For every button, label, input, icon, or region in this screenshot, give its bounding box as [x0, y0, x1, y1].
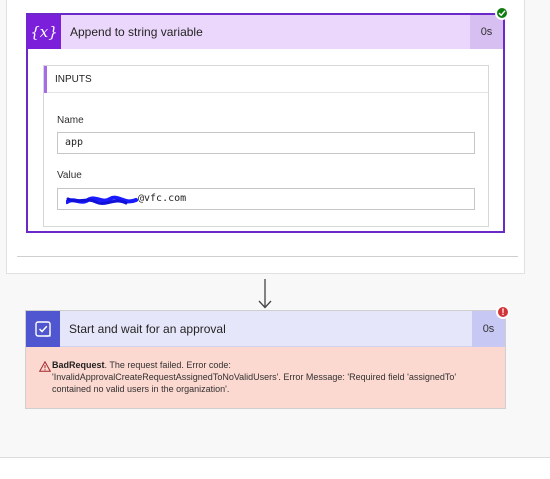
approval-card-title: Start and wait for an approval: [69, 321, 226, 336]
inputs-panel: INPUTS Name app Value @vfc.com: [43, 65, 489, 227]
value-field[interactable]: @vfc.com: [57, 188, 475, 210]
error-title: BadRequest: [52, 360, 105, 370]
value-value: @vfc.com: [138, 193, 187, 204]
value-label: Value: [57, 170, 82, 181]
variable-braces-icon: {x}: [27, 15, 61, 49]
name-field[interactable]: app: [57, 132, 475, 154]
flow-arrow-icon: [258, 279, 272, 309]
append-card-header[interactable]: {x} Append to string variable 0s: [27, 15, 503, 49]
approval-card-header[interactable]: Start and wait for an approval 0s: [26, 310, 505, 347]
append-card-duration: 0s: [470, 15, 503, 49]
success-check-icon: [495, 6, 509, 20]
append-card-title: Append to string variable: [70, 25, 203, 39]
inputs-header-label: INPUTS: [55, 73, 92, 85]
approval-check-icon: [26, 310, 60, 347]
redaction-scribble: [66, 195, 138, 205]
start-and-wait-for-approval-card[interactable]: Start and wait for an approval 0s BadReq…: [25, 310, 506, 409]
error-message: BadRequest. The request failed. Error co…: [52, 359, 462, 395]
name-label: Name: [57, 115, 84, 126]
error-detail: . The request failed. Error code: 'Inval…: [52, 360, 457, 394]
name-value: app: [65, 137, 84, 148]
append-to-string-variable-card[interactable]: {x} Append to string variable 0s INPUTS …: [26, 13, 505, 233]
warning-triangle-icon: [39, 361, 51, 372]
footer-bar: [0, 458, 550, 479]
scope-divider: [17, 256, 518, 257]
inputs-header: INPUTS: [44, 66, 488, 93]
error-status-icon: !: [496, 305, 510, 319]
